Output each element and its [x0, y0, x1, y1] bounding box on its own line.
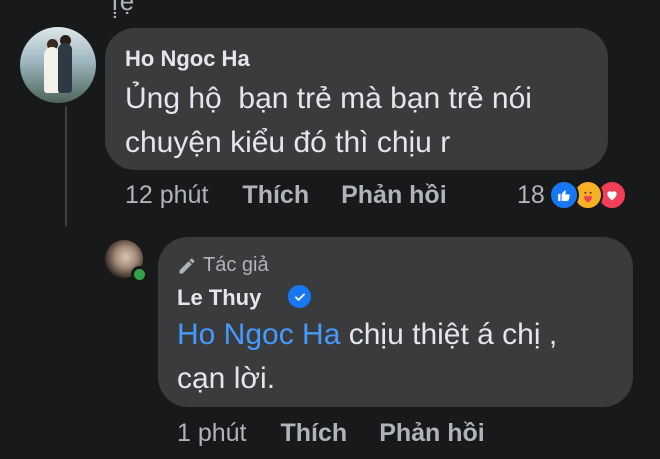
thread-line: [65, 106, 67, 226]
verified-icon: [288, 285, 311, 308]
like-icon: [548, 180, 579, 210]
author-badge-label: Tác giả: [203, 254, 269, 276]
mention-link[interactable]: Ho Ngoc Ha: [177, 318, 340, 351]
avatar[interactable]: [20, 27, 96, 103]
comment-timestamp[interactable]: 12 phút: [125, 181, 208, 210]
reply-button[interactable]: Phản hồi: [341, 181, 447, 210]
pencil-icon: [179, 258, 195, 273]
reaction-count: 18: [517, 180, 545, 209]
like-button[interactable]: Thích: [242, 181, 309, 210]
author-badge: Tác giả: [177, 254, 269, 277]
comment-text: Ủng hộ bạn trẻ mà bạn trẻ nói chuyện kiểu…: [125, 82, 532, 159]
comment-author[interactable]: Le Thuy: [177, 285, 261, 311]
like-button[interactable]: Thích: [281, 419, 348, 448]
previous-comment-fragment: ị̣ệ: [112, 0, 137, 16]
comment-actions: 1 phút Thích Phản hồi: [177, 419, 485, 448]
comment-timestamp[interactable]: 1 phút: [177, 419, 247, 448]
online-status-indicator: [131, 266, 148, 283]
comment-actions: 12 phút Thích Phản hồi: [125, 181, 447, 210]
comment-author[interactable]: Ho Ngoc Ha: [125, 46, 250, 72]
reply-button[interactable]: Phản hồi: [379, 419, 485, 448]
comment-text: Ho Ngoc Ha chịu thiệt á chị , cạn lời.: [177, 318, 558, 395]
reaction-summary[interactable]: 18: [517, 178, 627, 212]
